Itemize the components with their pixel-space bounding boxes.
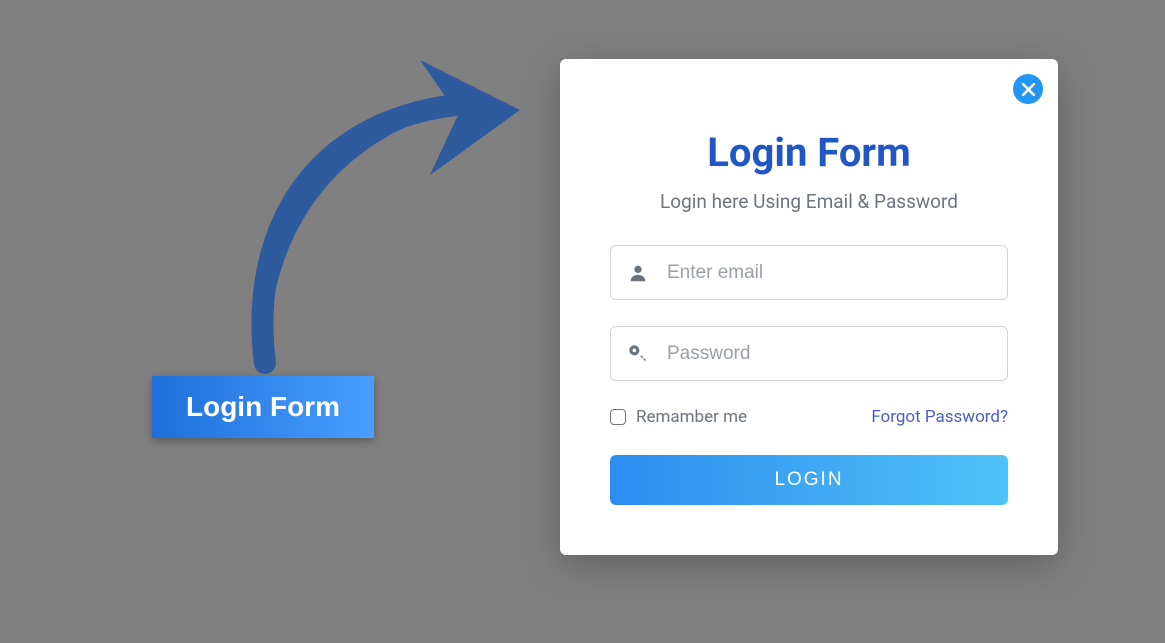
modal-title: Login Form	[610, 129, 1008, 176]
password-input-group	[610, 326, 1008, 381]
remember-wrap: Remamber me	[610, 407, 747, 427]
login-modal: Login Form Login here Using Email & Pass…	[560, 59, 1058, 555]
password-input[interactable]	[667, 343, 991, 365]
email-input[interactable]	[667, 262, 991, 284]
modal-subtitle: Login here Using Email & Password	[610, 190, 1008, 213]
arrow-decoration	[220, 45, 540, 380]
remember-checkbox[interactable]	[610, 409, 626, 425]
login-form-trigger-button[interactable]: Login Form	[152, 376, 374, 438]
key-icon	[627, 343, 649, 365]
login-button[interactable]: LOGIN	[610, 455, 1008, 505]
close-button[interactable]	[1013, 74, 1043, 104]
email-input-group	[610, 245, 1008, 300]
remember-label: Remamber me	[636, 407, 747, 427]
options-row: Remamber me Forgot Password?	[610, 407, 1008, 427]
user-icon	[627, 262, 649, 284]
forgot-password-link[interactable]: Forgot Password?	[871, 407, 1008, 427]
close-icon	[1022, 83, 1035, 96]
